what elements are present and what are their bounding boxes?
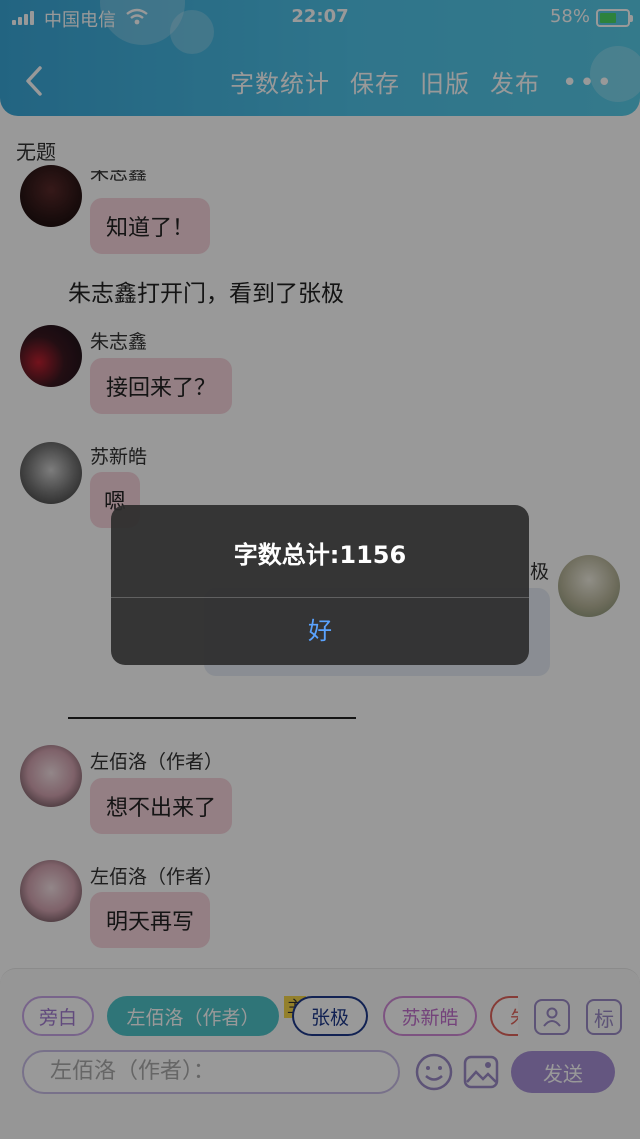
alert-ok-button[interactable]: 好 [111, 598, 529, 665]
alert-title: 字数总计:1156 [233, 541, 407, 569]
word-count-alert: 字数总计:1156 好 [111, 505, 529, 665]
